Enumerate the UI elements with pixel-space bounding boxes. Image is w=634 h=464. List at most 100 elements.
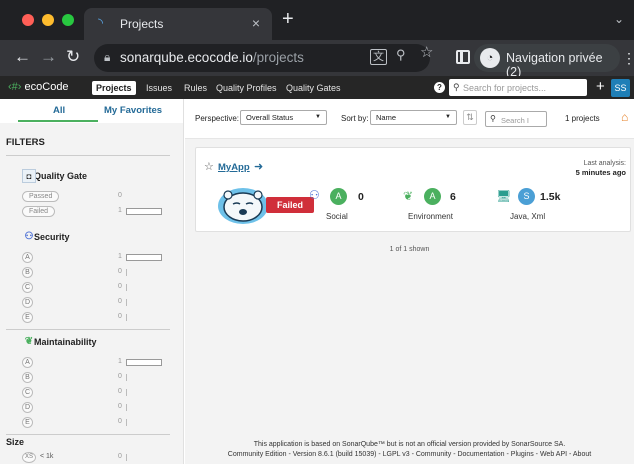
facet-bar xyxy=(126,454,127,461)
back-button[interactable]: ← xyxy=(14,47,31,67)
filter-failed[interactable]: Failed xyxy=(22,206,56,217)
filter-security-a[interactable]: A xyxy=(22,252,33,263)
filter-count: 0 xyxy=(118,373,122,380)
home-icon[interactable]: ⌂ xyxy=(621,110,628,124)
filter-count: 0 xyxy=(118,283,122,290)
sonar-navbar: ‹#› ecoCode Projects Issues Rules Qualit… xyxy=(0,76,634,99)
filter-security-c[interactable]: C xyxy=(22,282,33,293)
filter-count: 1 xyxy=(118,253,122,260)
project-arrow-icon: ➜ xyxy=(254,161,264,173)
people-icon: ⚇ xyxy=(309,188,320,202)
browser-menu-icon[interactable]: ⋮ xyxy=(622,50,634,67)
footer-disclaimer: This application is based on SonarQube™ … xyxy=(253,441,566,448)
sort-label: Sort by: xyxy=(341,114,369,123)
forward-button[interactable]: → xyxy=(40,47,57,67)
filter-count: 0 xyxy=(118,403,122,410)
filter-maintainability-a[interactable]: A xyxy=(22,357,33,368)
nav-issues[interactable]: Issues xyxy=(146,83,172,93)
perspective-label: Perspective: xyxy=(195,114,240,123)
dropdown-caret-icon: ▼ xyxy=(315,114,321,120)
leaf-hand-icon: ❦ xyxy=(24,336,34,347)
close-window-button[interactable] xyxy=(22,14,34,26)
social-grade: A xyxy=(330,188,347,205)
nav-quality-profiles[interactable]: Quality Profiles xyxy=(216,83,277,93)
facet-bar xyxy=(126,269,127,276)
bookmark-star-icon[interactable]: ☆ xyxy=(420,45,433,60)
environment-value: 6 xyxy=(450,191,456,203)
tab-all[interactable]: All xyxy=(53,105,65,116)
social-value: 0 xyxy=(358,191,364,203)
global-search-input[interactable]: ⚲ Search for projects... xyxy=(449,79,587,96)
app-logo[interactable]: ‹#› ecoCode xyxy=(8,81,69,93)
facet-bar xyxy=(126,419,127,426)
filter-passed[interactable]: Passed xyxy=(22,191,60,202)
last-analysis-label: Last analysis: xyxy=(583,160,626,167)
facet-bar xyxy=(126,374,127,381)
polar-bear-mascot-icon xyxy=(218,188,268,224)
project-name-link[interactable]: MyApp xyxy=(218,162,250,173)
facet-bar xyxy=(126,208,162,215)
minimize-window-button[interactable] xyxy=(42,14,54,26)
lock-icon: 🔒︎ xyxy=(104,50,111,64)
size-grade: S xyxy=(518,188,535,205)
facet-bar xyxy=(126,284,127,291)
new-tab-button[interactable]: + xyxy=(282,6,294,32)
sort-direction-icon[interactable]: ⇅ xyxy=(463,110,477,125)
filter-size-xs[interactable]: XS xyxy=(22,452,36,463)
active-tab-underline xyxy=(18,120,98,122)
security-heading: ⚇ Security xyxy=(25,231,70,242)
size-value: 1.5k xyxy=(540,191,561,203)
global-search-placeholder: Search for projects... xyxy=(463,83,547,93)
incognito-icon: ◔ xyxy=(480,48,500,68)
user-avatar[interactable]: SS xyxy=(611,79,630,97)
environment-grade: A xyxy=(424,188,441,205)
filters-title: FILTERS xyxy=(6,137,45,148)
filter-security-d[interactable]: D xyxy=(22,297,33,308)
filter-maintainability-d[interactable]: D xyxy=(22,402,33,413)
quality-gate-status-badge: Failed xyxy=(266,197,314,213)
translate-icon[interactable]: 文 xyxy=(370,49,387,65)
side-panel-icon[interactable] xyxy=(456,50,470,64)
filter-maintainability-c[interactable]: C xyxy=(22,387,33,398)
filter-sidebar: All My Favorites FILTERS ◘ Quality Gate P… xyxy=(0,99,184,464)
filter-count: 0 xyxy=(118,453,122,460)
page-footer: This application is based on SonarQube™ … xyxy=(185,440,634,460)
social-label: Social xyxy=(326,212,348,221)
people-icon: ⚇ xyxy=(24,231,34,242)
filter-security-e[interactable]: E xyxy=(22,312,33,323)
nav-quality-gates[interactable]: Quality Gates xyxy=(286,83,341,93)
maintainability-heading: ❦ Maintainability xyxy=(25,336,97,347)
perspective-select[interactable]: Overall Status ▼ xyxy=(240,110,327,125)
facet-bar xyxy=(126,254,162,261)
tab-close-icon[interactable]: × xyxy=(252,15,260,31)
monitor-icon: 🖥︎ xyxy=(496,189,512,203)
create-project-button[interactable]: + xyxy=(596,78,605,96)
nav-rules[interactable]: Rules xyxy=(184,83,207,93)
facet-bar xyxy=(126,299,127,306)
filter-count: 0 xyxy=(118,313,122,320)
zoom-icon[interactable]: ⚲ xyxy=(396,48,406,62)
maximize-window-button[interactable] xyxy=(62,14,74,26)
logo-glyph-icon: ‹#› xyxy=(8,81,22,93)
project-search-input[interactable]: ⚲ Search I xyxy=(485,111,547,127)
leaf-hand-icon: ❦ xyxy=(403,189,414,203)
nav-projects[interactable]: Projects xyxy=(92,81,136,95)
size-heading: Size xyxy=(6,437,25,447)
favorite-star-icon[interactable]: ☆ xyxy=(204,160,214,173)
filter-count: 0 xyxy=(118,192,122,199)
reload-button[interactable]: ↻ xyxy=(66,47,80,67)
tab-my-favorites[interactable]: My Favorites xyxy=(104,105,162,116)
browser-tab-projects[interactable]: ◝ Projects × xyxy=(84,8,272,40)
tab-title: Projects xyxy=(120,17,164,31)
logo-text: ecoCode xyxy=(24,81,69,93)
incognito-profile-button[interactable]: ◔ Navigation privée (2) xyxy=(474,44,620,79)
filter-maintainability-e[interactable]: E xyxy=(22,417,33,428)
footer-links: Community Edition - Version 8.6.1 (build… xyxy=(227,451,592,458)
help-icon[interactable]: ? xyxy=(434,82,445,93)
incognito-label: Navigation privée (2) xyxy=(506,51,603,79)
filter-maintainability-b[interactable]: B xyxy=(22,372,33,383)
tab-search-icon[interactable]: ⌄ xyxy=(614,12,624,26)
sort-select[interactable]: Name ▼ xyxy=(370,110,457,125)
shown-count: 1 of 1 shown xyxy=(389,246,430,253)
filter-security-b[interactable]: B xyxy=(22,267,33,278)
